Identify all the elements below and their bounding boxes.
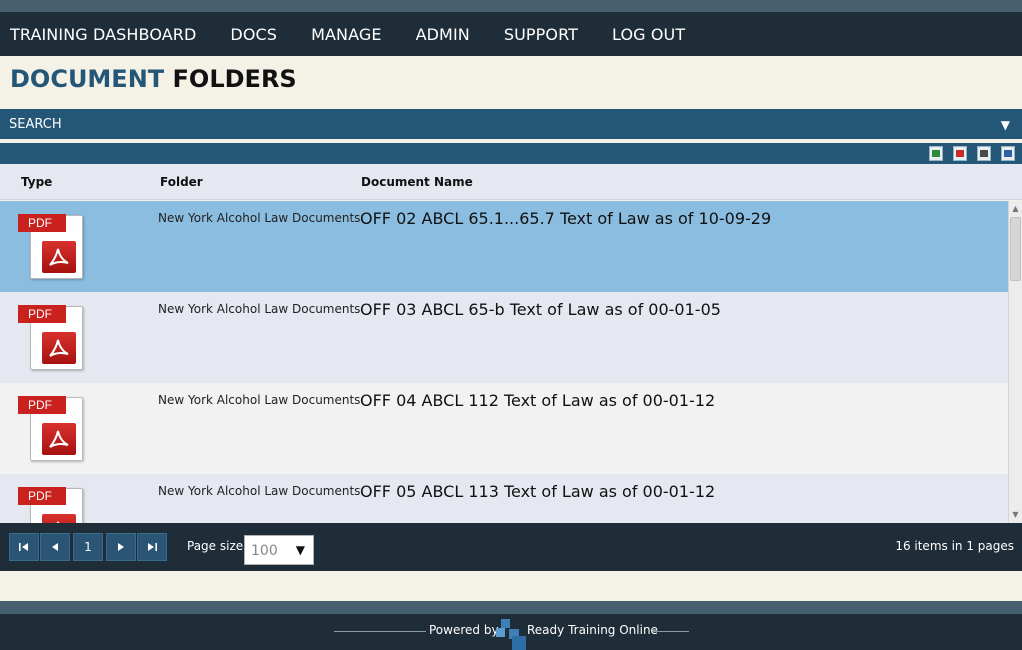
pdf-file-icon[interactable]: PDF xyxy=(18,211,84,279)
grid-body: PDF New York Alcohol Law Documents OFF 0… xyxy=(0,201,1008,523)
nav-log-out[interactable]: LOG OUT xyxy=(612,25,685,44)
table-row[interactable]: PDF New York Alcohol Law Documents OFF 0… xyxy=(0,474,1008,523)
column-header-folder[interactable]: Folder xyxy=(160,175,203,189)
nav-manage[interactable]: MANAGE xyxy=(311,25,382,44)
pdf-tag: PDF xyxy=(18,396,66,414)
nav-support[interactable]: SUPPORT xyxy=(504,25,578,44)
footer-line-right xyxy=(652,631,689,632)
footer-strip xyxy=(0,601,1022,614)
first-page-button[interactable] xyxy=(9,533,39,561)
excel-export-icon[interactable] xyxy=(929,146,943,161)
pdf-file-icon[interactable]: PDF xyxy=(18,302,84,370)
cell-folder: New York Alcohol Law Documents xyxy=(158,302,361,316)
previous-page-icon xyxy=(52,543,58,551)
first-page-icon xyxy=(19,543,28,551)
triangle-down-icon[interactable]: ▼ xyxy=(1001,118,1010,132)
page-title: DOCUMENT FOLDERS xyxy=(10,65,297,93)
search-label: SEARCH xyxy=(9,117,62,132)
pdf-export-icon[interactable] xyxy=(953,146,967,161)
pdf-file-icon[interactable]: PDF xyxy=(18,484,84,523)
pdf-tag: PDF xyxy=(18,487,66,505)
page-title-part2: FOLDERS xyxy=(172,65,297,93)
current-page-number: 1 xyxy=(84,540,92,554)
cell-document-name[interactable]: OFF 05 ABCL 113 Text of Law as of 00-01-… xyxy=(360,482,715,501)
top-nav: TRAINING DASHBOARD DOCS MANAGE ADMIN SUP… xyxy=(0,12,1022,56)
pager-info: 16 items in 1 pages xyxy=(895,539,1014,553)
cell-folder: New York Alcohol Law Documents xyxy=(158,484,361,498)
table-row[interactable]: PDF New York Alcohol Law Documents OFF 0… xyxy=(0,201,1008,292)
csv-export-icon[interactable] xyxy=(977,146,991,161)
cell-folder: New York Alcohol Law Documents xyxy=(158,393,361,407)
ready-training-logo-icon xyxy=(496,618,528,650)
page-size-value: 100 xyxy=(251,543,278,559)
acrobat-logo-icon xyxy=(42,241,76,273)
previous-page-button[interactable] xyxy=(40,533,70,561)
table-row[interactable]: PDF New York Alcohol Law Documents OFF 0… xyxy=(0,292,1008,383)
nav-admin[interactable]: ADMIN xyxy=(416,25,470,44)
scroll-down-icon[interactable]: ▼ xyxy=(1009,508,1022,522)
scroll-up-icon[interactable]: ▲ xyxy=(1009,202,1022,216)
pdf-tag: PDF xyxy=(18,214,66,232)
grid-scrollbar[interactable]: ▲ ▼ xyxy=(1008,201,1022,523)
grid-header: Type Folder Document Name xyxy=(0,164,1022,200)
cell-document-name[interactable]: OFF 04 ABCL 112 Text of Law as of 00-01-… xyxy=(360,391,715,410)
page-size-select[interactable]: 100 ▼ xyxy=(244,535,314,565)
pager: 1 Page size: 100 ▼ 16 items in 1 pages xyxy=(0,523,1022,571)
footer: Powered by Ready Training Online xyxy=(0,614,1022,650)
top-strip xyxy=(0,0,1022,12)
scrollbar-thumb[interactable] xyxy=(1010,217,1021,281)
word-export-icon[interactable] xyxy=(1001,146,1015,161)
acrobat-logo-icon xyxy=(42,423,76,455)
pdf-file-icon[interactable]: PDF xyxy=(18,393,84,461)
table-row[interactable]: PDF New York Alcohol Law Documents OFF 0… xyxy=(0,383,1008,474)
column-header-document-name[interactable]: Document Name xyxy=(361,175,473,189)
footer-brand: Ready Training Online xyxy=(527,623,658,637)
last-page-icon xyxy=(148,543,157,551)
next-page-icon xyxy=(118,543,124,551)
cell-document-name[interactable]: OFF 03 ABCL 65-b Text of Law as of 00-01… xyxy=(360,300,721,319)
content-spacer xyxy=(0,571,1022,601)
next-page-button[interactable] xyxy=(106,533,136,561)
page-size-label: Page size: xyxy=(187,539,248,553)
page-number-button[interactable]: 1 xyxy=(73,533,103,561)
nav-training-dashboard[interactable]: TRAINING DASHBOARD xyxy=(10,25,196,44)
cell-document-name[interactable]: OFF 02 ABCL 65.1...65.7 Text of Law as o… xyxy=(360,209,771,228)
footer-line-left xyxy=(334,631,426,632)
cell-folder: New York Alcohol Law Documents xyxy=(158,211,361,225)
acrobat-logo-icon xyxy=(42,332,76,364)
title-bar: DOCUMENT FOLDERS xyxy=(0,56,1022,108)
pdf-tag: PDF xyxy=(18,305,66,323)
dropdown-arrow-icon[interactable]: ▼ xyxy=(296,543,305,557)
search-panel-header[interactable]: SEARCH ▼ xyxy=(0,109,1022,141)
acrobat-logo-icon xyxy=(42,514,76,523)
export-toolbar xyxy=(0,143,1022,164)
nav-docs[interactable]: DOCS xyxy=(230,25,277,44)
footer-powered-by: Powered by xyxy=(429,623,499,637)
column-header-type[interactable]: Type xyxy=(21,175,52,189)
page-title-part1: DOCUMENT xyxy=(10,65,165,93)
last-page-button[interactable] xyxy=(137,533,167,561)
